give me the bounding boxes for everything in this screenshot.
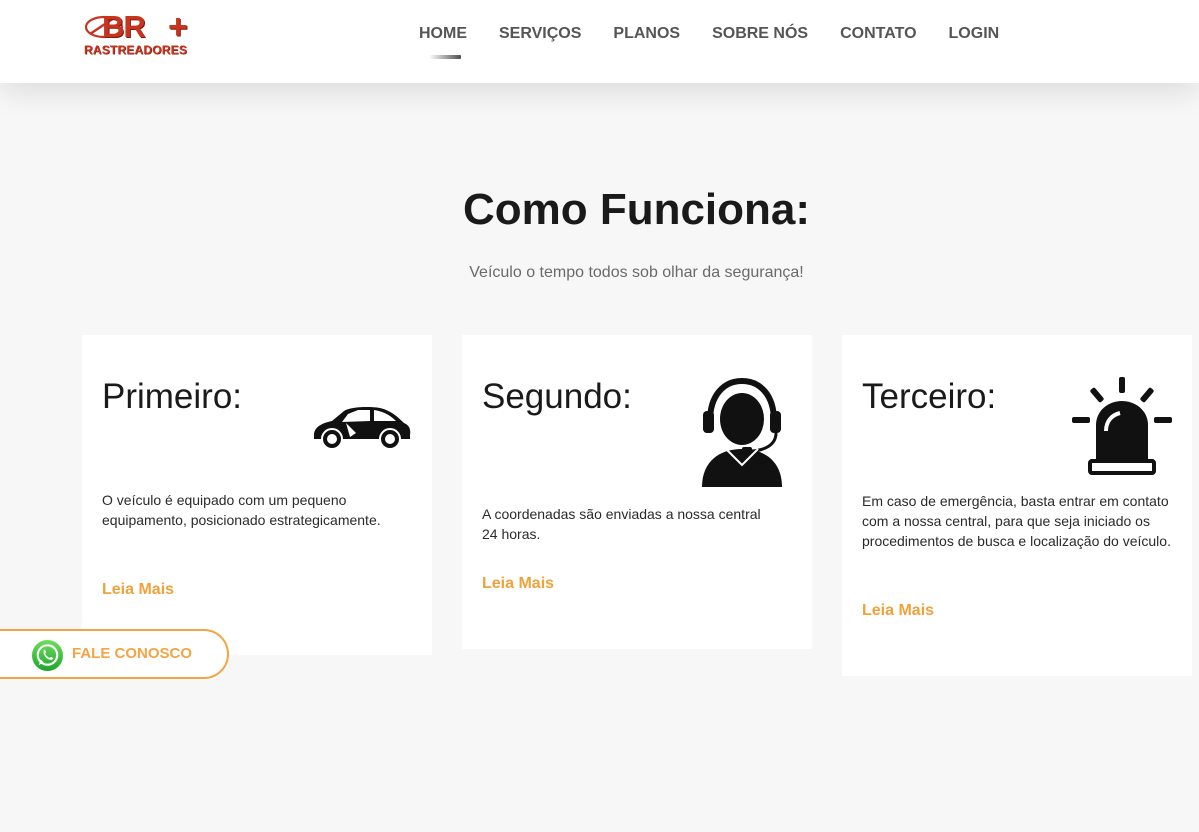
card-text: Em caso de emergência, basta entrar em c… [862,493,1171,549]
logo-br-text: BR [102,9,146,44]
card-text: A coordenadas são enviadas a nossa centr… [482,506,761,542]
logo-plus-text: + [168,8,188,46]
whatsapp-icon [31,639,64,672]
nav-planos[interactable]: PLANOS [613,24,680,48]
siren-icon [1072,377,1172,475]
card-title: Terceiro: [862,377,997,416]
logo[interactable]: BR + RASTREADORES [84,8,198,58]
nav-login[interactable]: LOGIN [949,24,1000,48]
card-title: Primeiro: [102,377,243,416]
site-header: BR + RASTREADORES HOME SERVIÇOS PLANOS S… [0,0,1199,83]
section-subtitle: Veículo o tempo todos sob olhar da segur… [469,264,804,281]
read-more-link[interactable]: Leia Mais [482,574,554,594]
section-title: Como Funciona: [462,185,811,234]
card-terceiro: Terceiro: Em caso de emergência, basta e… [842,335,1192,676]
card-text: O veículo é equipado com um pequeno equi… [102,492,381,528]
card-title: Segundo: [482,377,632,416]
logo-subtitle: RASTREADORES [84,43,188,57]
card-primeiro: Primeiro: O veículo é equipado com um pe… [82,335,432,655]
card-segundo: Segundo: A coordenadas são enviadas a no… [462,335,812,649]
nav-sobre-nos[interactable]: SOBRE NÓS [712,24,808,48]
logo-top: BR + [84,8,198,46]
read-more-link[interactable]: Leia Mais [102,580,174,600]
whatsapp-contact-button[interactable]: FALE CONOSCO [0,629,229,679]
nav-home[interactable]: HOME [419,24,467,48]
nav-active-indicator [429,55,461,59]
main-nav: HOME SERVIÇOS PLANOS SOBRE NÓS CONTATO L… [419,24,1031,48]
nav-contato[interactable]: CONTATO [840,24,916,48]
read-more-link[interactable]: Leia Mais [862,601,934,621]
whatsapp-label: FALE CONOSCO [72,645,193,662]
car-icon [314,407,411,450]
nav-servicos[interactable]: SERVIÇOS [499,24,581,48]
headset-operator-icon [702,377,782,487]
